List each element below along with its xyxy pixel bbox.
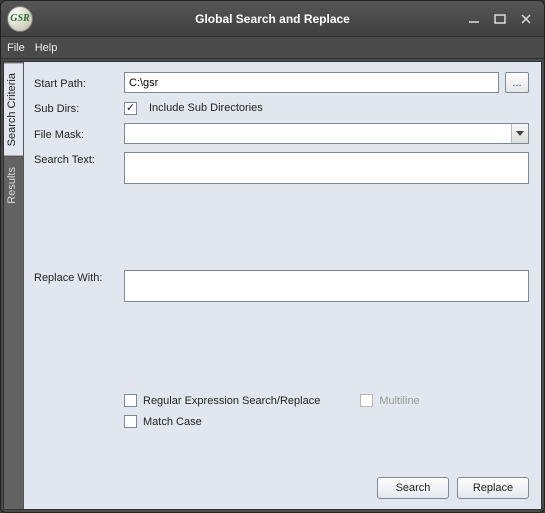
search-button[interactable]: Search xyxy=(377,477,449,499)
include-subdirs-checkbox[interactable] xyxy=(124,102,137,115)
minimize-button[interactable] xyxy=(466,12,482,26)
maximize-icon xyxy=(494,14,506,24)
match-case-label: Match Case xyxy=(143,416,202,428)
search-criteria-panel: Start Path: ... Sub Dirs: Include Sub Di… xyxy=(24,62,541,509)
menu-bar: File Help xyxy=(1,37,544,59)
vertical-tabs: Search Criteria Results xyxy=(4,62,24,509)
start-path-input[interactable] xyxy=(124,72,499,93)
maximize-button[interactable] xyxy=(492,12,508,26)
options-group: Regular Expression Search/Replace Multil… xyxy=(124,394,529,436)
row-replace-with: Replace With: xyxy=(34,270,529,380)
multiline-label: Multiline xyxy=(379,395,419,407)
label-search-text: Search Text: xyxy=(34,152,124,166)
menu-file[interactable]: File xyxy=(7,42,25,54)
include-subdirs-label: Include Sub Directories xyxy=(149,102,263,114)
window-controls xyxy=(466,12,544,26)
menu-help[interactable]: Help xyxy=(35,42,58,54)
row-start-path: Start Path: ... xyxy=(34,72,529,93)
title-bar: GSR Global Search and Replace xyxy=(1,1,544,37)
browse-button[interactable]: ... xyxy=(505,72,529,93)
chevron-down-icon xyxy=(516,131,524,137)
replace-with-input[interactable] xyxy=(124,270,529,302)
search-text-input[interactable] xyxy=(124,152,529,184)
tab-search-criteria[interactable]: Search Criteria xyxy=(4,62,23,156)
multiline-checkbox xyxy=(360,394,373,407)
label-replace-with: Replace With: xyxy=(34,270,124,284)
tab-results[interactable]: Results xyxy=(4,156,23,214)
match-case-checkbox[interactable] xyxy=(124,415,137,428)
file-mask-dropdown-button[interactable] xyxy=(511,124,528,143)
label-file-mask: File Mask: xyxy=(34,127,124,141)
label-start-path: Start Path: xyxy=(34,76,124,90)
client-area: Search Criteria Results Start Path: ... … xyxy=(3,61,542,510)
row-search-text: Search Text: xyxy=(34,152,529,262)
window-title: Global Search and Replace xyxy=(1,12,544,26)
file-mask-value[interactable] xyxy=(125,124,511,143)
regex-label: Regular Expression Search/Replace xyxy=(143,395,320,407)
file-mask-combo[interactable] xyxy=(124,123,529,144)
app-window: GSR Global Search and Replace File Help … xyxy=(0,0,545,513)
label-sub-dirs: Sub Dirs: xyxy=(34,101,124,115)
row-sub-dirs: Sub Dirs: Include Sub Directories xyxy=(34,101,529,115)
close-button[interactable] xyxy=(518,12,534,26)
row-file-mask: File Mask: xyxy=(34,123,529,144)
regex-checkbox[interactable] xyxy=(124,394,137,407)
footer-buttons: Search Replace xyxy=(34,469,529,499)
app-icon: GSR xyxy=(7,6,33,32)
replace-button[interactable]: Replace xyxy=(457,477,529,499)
minimize-icon xyxy=(468,14,480,24)
close-icon xyxy=(520,14,532,24)
